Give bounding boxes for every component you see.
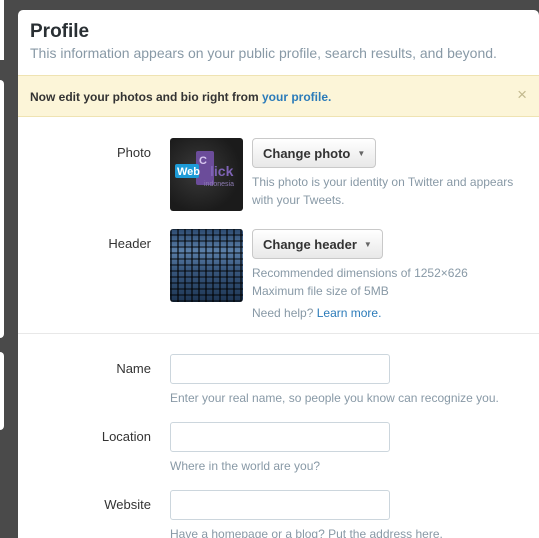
section-divider bbox=[18, 333, 539, 334]
caret-down-icon: ▼ bbox=[363, 239, 372, 249]
background-card bbox=[0, 0, 4, 60]
profile-settings-panel: Profile This information appears on your… bbox=[18, 10, 539, 538]
website-label: Website bbox=[104, 497, 151, 512]
logo-word-web: Web bbox=[177, 166, 200, 178]
caret-down-icon: ▼ bbox=[357, 148, 366, 158]
profile-photo-thumbnail: Web C lick indonesia bbox=[170, 138, 243, 211]
name-field[interactable] bbox=[170, 354, 390, 384]
change-photo-button[interactable]: Change photo ▼ bbox=[252, 138, 377, 168]
header-help-line2: Maximum file size of 5MB bbox=[252, 284, 389, 298]
photo-help-line2: with your Tweets. bbox=[252, 193, 345, 207]
logo-word-lick: lick bbox=[210, 163, 234, 179]
header-help: Recommended dimensions of 1252×626 Maxim… bbox=[252, 264, 468, 322]
location-help: Where in the world are you? bbox=[170, 459, 321, 473]
notice-banner: Now edit your photos and bio right from … bbox=[18, 75, 539, 117]
location-label: Location bbox=[101, 429, 151, 444]
photo-help-line1: This photo is your identity on Twitter a… bbox=[252, 175, 514, 189]
learn-more-link[interactable]: Learn more. bbox=[317, 306, 382, 320]
logo-sub: indonesia bbox=[204, 181, 234, 188]
webclick-logo: Web C lick indonesia bbox=[175, 151, 234, 188]
need-help-line: Need help? Learn more. bbox=[252, 304, 468, 322]
change-photo-label: Change photo bbox=[263, 145, 351, 161]
name-label: Name bbox=[116, 361, 151, 376]
website-help: Have a homepage or a blog? Put the addre… bbox=[170, 527, 443, 538]
need-help-text: Need help? bbox=[252, 306, 314, 320]
header-label: Header bbox=[108, 236, 151, 251]
location-field[interactable] bbox=[170, 422, 390, 452]
photo-label: Photo bbox=[117, 145, 151, 160]
page-title: Profile bbox=[30, 21, 90, 42]
background-card bbox=[0, 80, 4, 338]
logo-letter-c: C bbox=[199, 155, 207, 167]
header-image-thumbnail bbox=[170, 229, 243, 302]
notice-text: Now edit your photos and bio right from … bbox=[30, 90, 331, 104]
website-field[interactable] bbox=[170, 490, 390, 520]
page-subtitle: This information appears on your public … bbox=[30, 45, 497, 61]
close-icon[interactable]: × bbox=[517, 86, 527, 104]
change-header-button[interactable]: Change header ▼ bbox=[252, 229, 383, 259]
your-profile-link[interactable]: your profile. bbox=[262, 90, 331, 104]
background-card bbox=[0, 352, 4, 430]
change-header-label: Change header bbox=[263, 236, 357, 252]
notice-message: Now edit your photos and bio right from bbox=[30, 90, 262, 104]
name-help: Enter your real name, so people you know… bbox=[170, 391, 499, 405]
photo-help: This photo is your identity on Twitter a… bbox=[252, 173, 513, 209]
header-help-line1: Recommended dimensions of 1252×626 bbox=[252, 266, 468, 280]
